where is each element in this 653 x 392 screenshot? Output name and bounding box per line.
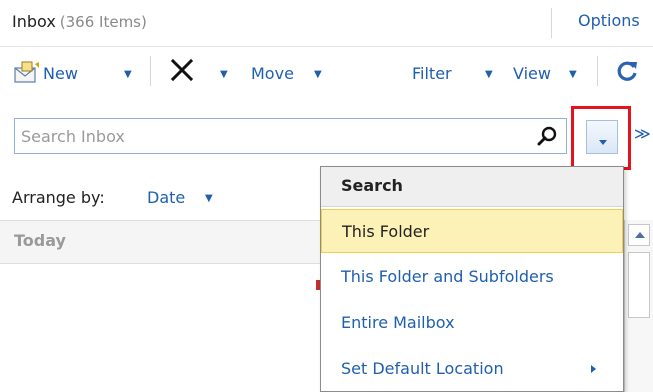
view-dropdown-caret[interactable]: ▼ — [569, 69, 577, 80]
menu-item-label: This Folder — [342, 222, 430, 241]
menu-item-label: This Folder and Subfolders — [341, 267, 554, 286]
group-label: Today — [14, 231, 66, 250]
refresh-icon[interactable] — [614, 58, 640, 84]
menu-item-entire-mailbox[interactable]: Entire Mailbox — [321, 301, 623, 345]
options-link[interactable]: Options — [578, 11, 640, 30]
menu-item-label: Set Default Location — [341, 359, 504, 378]
view-button[interactable]: View — [513, 64, 551, 83]
search-box — [14, 118, 567, 154]
header-divider — [551, 8, 552, 38]
item-count: (366 Items) — [59, 13, 147, 31]
folder-title: Inbox (366 Items) — [12, 12, 147, 31]
menu-header: Search — [321, 167, 623, 207]
search-icon[interactable] — [536, 125, 558, 147]
toolbar-separator — [150, 56, 151, 86]
delete-icon[interactable] — [170, 58, 194, 82]
search-options-dropdown-button[interactable] — [586, 120, 618, 154]
arrange-dropdown-caret[interactable]: ▼ — [205, 193, 213, 204]
move-button[interactable]: Move — [251, 64, 294, 83]
expand-search-icon[interactable]: ≫ — [634, 124, 651, 143]
new-dropdown-caret[interactable]: ▼ — [124, 69, 132, 80]
chevron-down-icon — [599, 140, 607, 145]
move-dropdown-caret[interactable]: ▼ — [314, 69, 322, 80]
scroll-up-button[interactable] — [628, 224, 650, 246]
chevron-right-icon — [591, 365, 596, 373]
menu-item-this-folder[interactable]: This Folder — [321, 209, 623, 253]
search-input[interactable] — [15, 119, 515, 153]
search-scope-menu: Search This Folder This Folder and Subfo… — [320, 166, 624, 392]
menu-item-set-default-location[interactable]: Set Default Location — [321, 347, 623, 391]
scrollbar-thumb[interactable] — [628, 252, 650, 318]
menu-item-this-folder-and-subfolders[interactable]: This Folder and Subfolders — [321, 255, 623, 299]
delete-dropdown-caret[interactable]: ▼ — [220, 69, 228, 80]
arrange-by-value[interactable]: Date — [147, 188, 185, 207]
menu-header-label: Search — [341, 176, 403, 195]
menu-item-label: Entire Mailbox — [341, 313, 455, 332]
filter-dropdown-caret[interactable]: ▼ — [485, 69, 493, 80]
new-button[interactable]: New — [43, 64, 78, 83]
chevron-up-icon — [635, 232, 645, 238]
arrange-by-label: Arrange by: — [12, 188, 105, 207]
toolbar-separator — [597, 56, 598, 86]
new-message-icon[interactable] — [13, 60, 41, 84]
folder-name: Inbox — [12, 12, 56, 31]
filter-button[interactable]: Filter — [412, 64, 452, 83]
toolbar-divider-line — [0, 46, 653, 47]
